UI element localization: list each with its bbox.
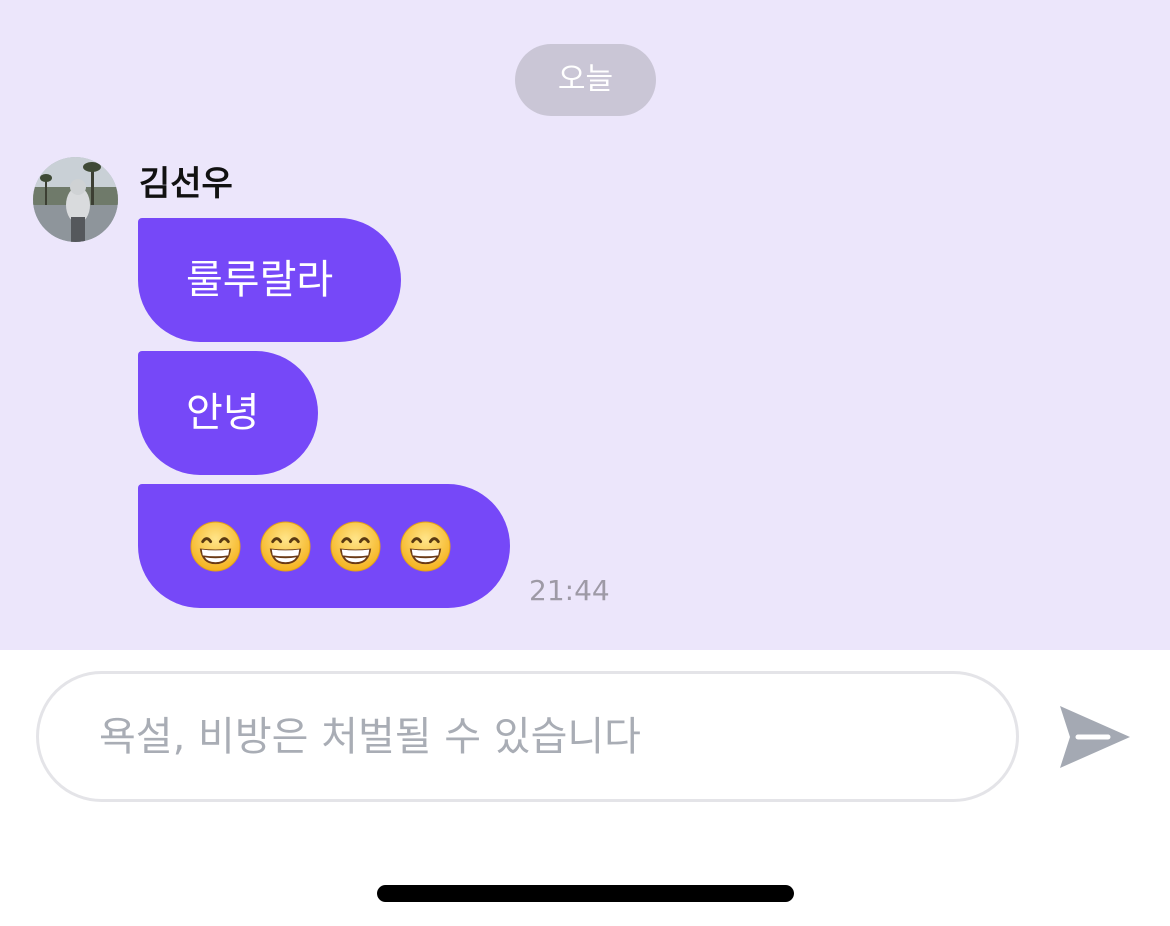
user-avatar-photo-icon [33, 157, 118, 242]
emoji-row [190, 521, 451, 572]
message-composer[interactable] [36, 671, 1019, 802]
grinning-face-emoji-icon [260, 521, 311, 572]
grinning-face-emoji-icon [330, 521, 381, 572]
message-bubble[interactable]: 안녕 [138, 351, 318, 475]
emoji-message-bubble[interactable] [138, 484, 510, 608]
sender-avatar[interactable] [33, 157, 118, 242]
message-text: 룰루랄라 [186, 257, 334, 303]
message-input[interactable] [99, 674, 959, 799]
message-bubble[interactable]: 룰루랄라 [138, 218, 401, 342]
message-timestamp: 21:44 [529, 574, 610, 607]
chat-area[interactable]: 오늘 김선우 룰루랄라 안녕 21:44 [0, 0, 1170, 650]
date-divider: 오늘 [515, 44, 656, 116]
message-text: 안녕 [186, 390, 260, 436]
grinning-face-emoji-icon [400, 521, 451, 572]
sender-name: 김선우 [139, 164, 233, 204]
home-indicator [377, 885, 794, 902]
grinning-face-emoji-icon [190, 521, 241, 572]
send-icon [1060, 706, 1130, 768]
send-button[interactable] [1056, 700, 1134, 774]
